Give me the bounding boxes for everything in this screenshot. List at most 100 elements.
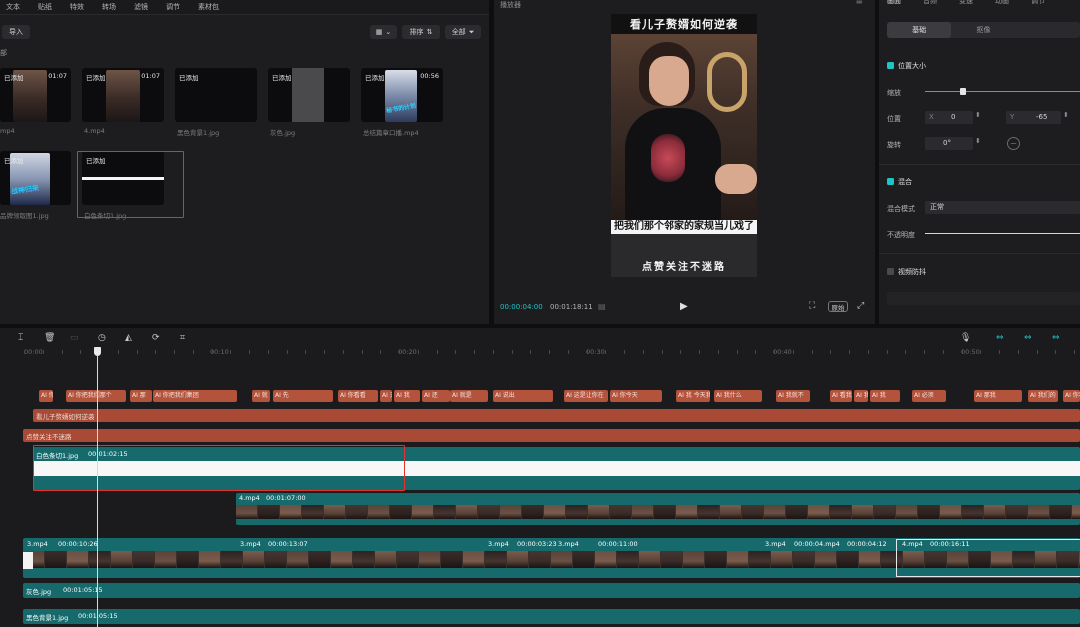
tab-picture[interactable]: 画面 xyxy=(887,0,901,10)
ai-subtitle-chip[interactable]: AI 你看 xyxy=(1063,390,1080,402)
view-mode-button[interactable]: ▦ ⌄ xyxy=(370,25,397,39)
video-preview[interactable]: 看儿子赘婿如何逆袭 把我们那个邻家的家规当儿戏了 点赞关注不迷路 xyxy=(611,14,757,277)
filter-all-button[interactable]: 全部 ⏷ xyxy=(445,25,481,39)
ruler-tick xyxy=(511,350,513,354)
position-size-checkbox[interactable] xyxy=(887,62,894,69)
nav-adjust[interactable]: 调节 xyxy=(160,2,192,12)
stepper-x-icon[interactable]: ⬍ xyxy=(975,111,981,119)
nav-transition[interactable]: 转场 xyxy=(96,2,128,12)
subtab-extra[interactable] xyxy=(1016,22,1080,38)
ai-subtitle-chip[interactable]: AI 你把我们那个 xyxy=(66,390,126,402)
ai-subtitle-chip[interactable]: AI 这是让你在 xyxy=(564,390,608,402)
white-bar-clip[interactable]: 白色条切1.jpg 00:01:02:15 xyxy=(33,447,1080,490)
subtab-basic[interactable]: 基础 xyxy=(887,22,952,38)
delete-icon[interactable]: 🗑 xyxy=(44,333,55,343)
expand-icon[interactable]: ⤢ xyxy=(857,301,864,311)
sort-button[interactable]: 排序 ⇅ xyxy=(402,25,440,39)
film-frame xyxy=(331,551,353,568)
media-item-7[interactable]: 已添加 xyxy=(82,151,164,205)
video-overlay-clip[interactable]: 4.mp4 00:01:07:00 xyxy=(236,493,1080,525)
waveform-icon[interactable]: ▤ xyxy=(598,302,606,311)
ai-subtitle-chip[interactable]: AI 先 xyxy=(273,390,333,402)
link-audio-icon[interactable]: ⇔ xyxy=(1024,333,1032,343)
more-icon[interactable]: ≡ xyxy=(855,0,863,7)
media-item-5[interactable]: 秘书的计划 已添加 00:56 xyxy=(361,68,443,122)
ai-subtitle-chip[interactable]: AI 天天 xyxy=(380,390,392,402)
ruler-tick xyxy=(1055,350,1057,354)
blend-checkbox[interactable] xyxy=(887,178,894,185)
nav-effects[interactable]: 特效 xyxy=(64,2,96,12)
position-y-field[interactable]: Y -65 xyxy=(1006,111,1061,124)
ai-subtitle-chip[interactable]: AI 我 xyxy=(870,390,900,402)
tab-animation[interactable]: 动画 xyxy=(995,0,1009,10)
ai-subtitle-chip[interactable]: AI 我什么 xyxy=(714,390,762,402)
text-clip-title[interactable]: 看儿子赘婿如何逆袭 xyxy=(33,409,1080,422)
media-item-2[interactable]: 已添加 01:07 xyxy=(82,68,164,122)
nav-sticker[interactable]: 贴纸 xyxy=(32,2,64,12)
ai-subtitle-chip[interactable]: AI 我 xyxy=(854,390,868,402)
ruler-label: 00:30 xyxy=(586,348,605,356)
ai-subtitle-chip[interactable]: AI 我就不 xyxy=(776,390,810,402)
speed-icon[interactable]: ◷ xyxy=(98,333,106,343)
mirror-icon[interactable]: ◭ xyxy=(125,333,132,343)
ai-subtitle-chip[interactable]: AI 还 xyxy=(422,390,450,402)
text-clip-follow[interactable]: 点赞关注不迷路 xyxy=(23,429,1080,442)
gray-image-clip[interactable]: 灰色.jpg 00:01:05:15 xyxy=(23,583,1080,598)
position-x-field[interactable]: X 0 xyxy=(925,111,973,124)
nav-filter[interactable]: 滤镜 xyxy=(128,2,160,12)
play-icon[interactable]: ▶ xyxy=(680,301,688,312)
ai-subtitle-chip[interactable]: AI 你把我们集团 xyxy=(153,390,237,402)
black-bg-clip[interactable]: 黑色背景1.jpg 00:01:05:15 xyxy=(23,609,1080,624)
tab-adjust[interactable]: 调节 xyxy=(1031,0,1045,10)
ai-subtitle-chip[interactable]: AI 看我 xyxy=(830,390,852,402)
media-item-6[interactable]: 战神归来 已添加 xyxy=(0,151,71,205)
clip-duration: 00:00:13:07 xyxy=(268,540,308,548)
preview-axis-icon[interactable]: ⇔ xyxy=(1052,333,1060,343)
link-main-track-icon[interactable]: ⇔ xyxy=(996,333,1004,343)
ai-subtitle-chip[interactable]: AI 我 xyxy=(394,390,420,402)
ruler-tick xyxy=(624,350,625,354)
ai-subtitle-chip[interactable]: AI 说出 xyxy=(493,390,553,402)
import-button[interactable]: 导入 xyxy=(2,25,30,39)
microphone-icon[interactable]: 🎙 xyxy=(960,333,971,343)
crop-icon[interactable]: ⌗ xyxy=(180,333,185,343)
split-icon[interactable]: ⌶ xyxy=(18,333,23,343)
ai-subtitle-chip[interactable]: AI 我 今天我 xyxy=(676,390,710,402)
subtab-cutout[interactable]: 抠像 xyxy=(951,22,1015,38)
film-frame xyxy=(617,551,639,568)
media-item-3[interactable]: 已添加 xyxy=(175,68,257,122)
media-item-4[interactable]: 已添加 xyxy=(268,68,350,122)
tab-speed[interactable]: 变速 xyxy=(959,0,973,10)
stabilize-checkbox[interactable] xyxy=(887,268,894,275)
rotate-field[interactable]: 0° xyxy=(925,137,973,150)
nav-asset-pack[interactable]: 素材包 xyxy=(192,2,231,12)
media-item-1[interactable]: 已添加 01:07 xyxy=(0,68,71,122)
ai-subtitle-chip[interactable]: AI 那 xyxy=(130,390,152,402)
playhead-line[interactable] xyxy=(97,355,98,627)
stepper-rotate-icon[interactable]: ⬍ xyxy=(975,137,981,145)
film-frame xyxy=(419,551,441,568)
ai-subtitle-chip[interactable]: AI 你看看 xyxy=(338,390,378,402)
stepper-y-icon[interactable]: ⬍ xyxy=(1063,111,1069,119)
ai-subtitle-chip[interactable]: AI 就 xyxy=(252,390,270,402)
scale-slider-handle[interactable] xyxy=(960,88,966,95)
ai-subtitle-chip[interactable]: AI 你今天 xyxy=(610,390,662,402)
opacity-slider-track[interactable] xyxy=(925,233,1080,234)
blend-mode-select[interactable]: 正常 xyxy=(925,201,1080,214)
fullscreen-focus-icon[interactable]: ⛶ xyxy=(809,301,815,311)
nav-text[interactable]: 文本 xyxy=(0,2,32,12)
rotate-icon[interactable]: ⟳ xyxy=(152,333,160,343)
ai-subtitle-chip[interactable]: AI 你把 xyxy=(39,390,53,402)
stabilize-select[interactable] xyxy=(887,292,1080,305)
tab-audio[interactable]: 音频 xyxy=(923,0,937,10)
ai-subtitle-chip[interactable]: AI 就是 xyxy=(450,390,488,402)
ai-subtitle-chip[interactable]: AI 那我 xyxy=(974,390,1022,402)
ratio-button[interactable]: 原始 xyxy=(828,301,848,312)
freeze-icon[interactable]: ▭ xyxy=(70,333,79,343)
scale-slider-track[interactable] xyxy=(925,91,1080,92)
film-frame xyxy=(1050,505,1072,519)
caption-top: 看儿子赘婿如何逆袭 xyxy=(630,18,738,31)
ai-subtitle-chip[interactable]: AI 我们的 xyxy=(1028,390,1058,402)
ai-subtitle-chip[interactable]: AI 必须 xyxy=(912,390,946,402)
rotate-dial-icon[interactable]: — xyxy=(1007,137,1020,150)
